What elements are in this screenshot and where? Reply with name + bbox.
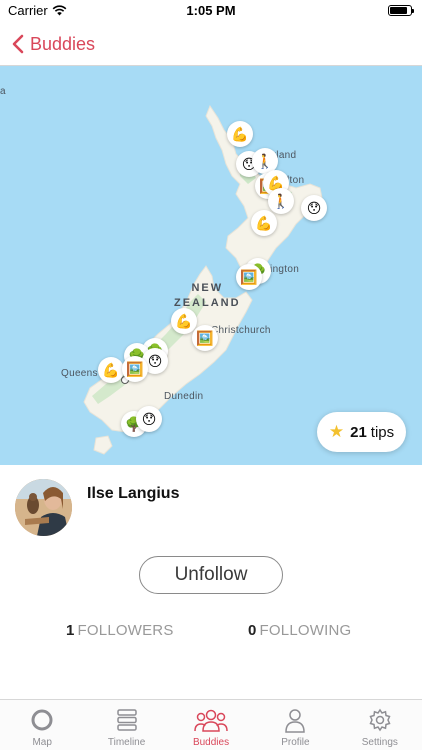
tab-map-label: Map: [32, 737, 52, 748]
tips-label: tips: [370, 423, 395, 441]
tips-map[interactable]: a NEW ZEALAND kland lton llington Christ…: [0, 66, 422, 465]
timeline-stack-icon: [116, 709, 137, 731]
person-icon: [285, 709, 306, 733]
tip-pin-picture-frame-icon[interactable]: 🖼️: [192, 325, 218, 351]
christchurch-label: Christchurch: [211, 325, 271, 336]
map-edge-label: a: [0, 86, 6, 97]
status-bar: Carrier 1:05 PM: [0, 0, 422, 22]
avatar-photo: [15, 479, 72, 536]
followers-count: 1: [66, 622, 75, 639]
navigation-bar: Buddies: [0, 22, 422, 66]
tips-count: 21: [350, 423, 367, 441]
tip-pin-hushed-face-icon[interactable]: 😯: [136, 406, 162, 432]
battery-icon: [388, 5, 414, 16]
country-label: NEW ZEALAND: [174, 282, 241, 309]
dunedin-label: Dunedin: [164, 391, 204, 402]
tab-settings-label: Settings: [361, 737, 398, 748]
tip-pin-flexed-biceps-icon[interactable]: 💪: [251, 210, 277, 236]
following-label: FOLLOWING: [259, 622, 352, 639]
new-zealand-landmass: [83, 104, 323, 455]
tip-pin-hushed-face-icon[interactable]: 😯: [301, 195, 327, 221]
tab-profile[interactable]: Profile: [253, 700, 337, 750]
hamilton-label: lton: [287, 175, 305, 186]
tab-profile-label: Profile: [281, 737, 310, 748]
tab-settings[interactable]: Settings: [338, 700, 422, 750]
tab-buddies[interactable]: Buddies: [169, 700, 253, 750]
avatar: [15, 479, 72, 536]
following-stat[interactable]: 0 FOLLOWING: [248, 622, 351, 639]
tips-count-button[interactable]: ★ 21 tips: [317, 412, 406, 452]
tip-pin-flexed-biceps-icon[interactable]: 💪: [227, 121, 253, 147]
status-time: 1:05 PM: [186, 3, 236, 18]
tip-pin-person-walking-icon[interactable]: 🚶: [268, 188, 294, 214]
chevron-left-icon: [12, 34, 24, 54]
gear-icon: [369, 708, 391, 732]
back-button-label: Buddies: [30, 33, 96, 54]
tab-map[interactable]: Map: [0, 700, 84, 750]
followers-label: FOLLOWERS: [77, 622, 174, 639]
tab-buddies-label: Buddies: [192, 737, 230, 748]
unfollow-button[interactable]: Unfollow: [139, 556, 283, 594]
user-name: Ilse Langius: [87, 485, 180, 502]
star-icon: ★: [328, 422, 345, 441]
back-button[interactable]: Buddies: [10, 31, 95, 57]
tip-pin-picture-frame-icon[interactable]: 🖼️: [236, 264, 262, 290]
followers-stat[interactable]: 1 FOLLOWERS: [66, 622, 174, 639]
tab-bar: Map Timeline Buddies Profile Settings: [0, 699, 422, 750]
tab-timeline-label: Timeline: [107, 737, 146, 748]
tip-pin-picture-frame-icon[interactable]: 🖼️: [122, 356, 148, 382]
map-circle-icon: [31, 709, 53, 731]
tab-timeline[interactable]: Timeline: [84, 700, 168, 750]
tip-pin-flexed-biceps-icon[interactable]: 💪: [98, 357, 124, 383]
buddies-icon: [194, 709, 228, 732]
queenstown-label: Queens: [61, 368, 98, 379]
following-count: 0: [248, 622, 257, 639]
